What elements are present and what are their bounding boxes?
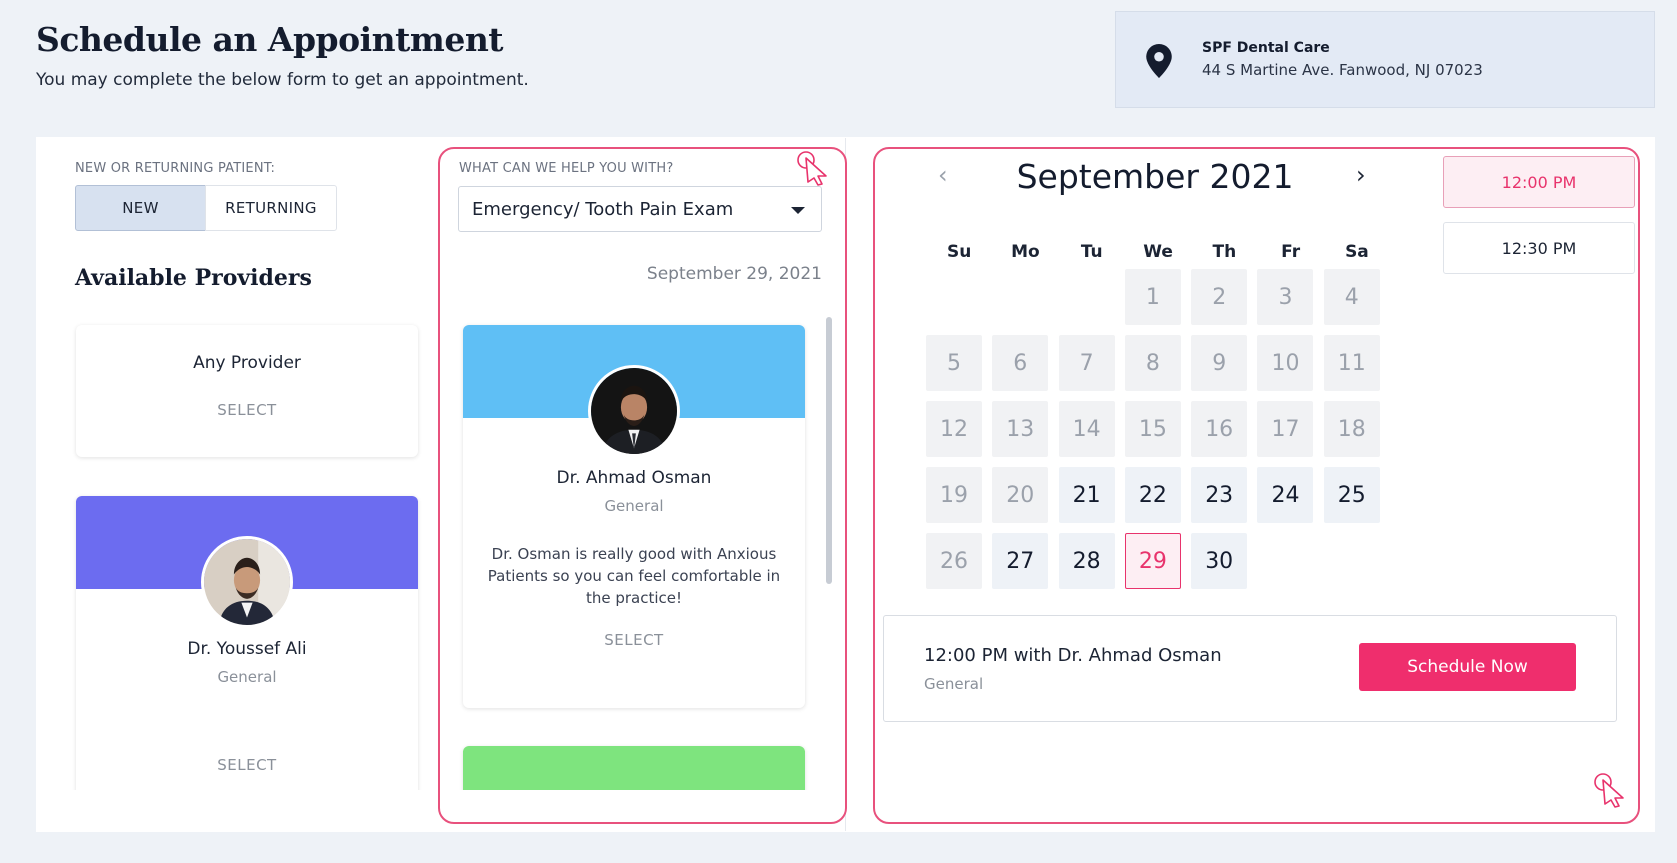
month-title: September 2021 xyxy=(1016,157,1294,196)
schedule-now-button[interactable]: Schedule Now xyxy=(1359,643,1576,691)
provider-role: General xyxy=(604,497,664,515)
calendar-day-1: 1 xyxy=(1124,269,1181,325)
calendar-blank xyxy=(1059,269,1115,325)
calendar-day-19: 19 xyxy=(926,467,982,523)
calendar-day-18: 18 xyxy=(1323,401,1380,457)
location-address: 44 S Martine Ave. Fanwood, NJ 07023 xyxy=(1202,61,1483,79)
provider-description: Dr. Osman is really good with Anxious Pa… xyxy=(487,545,781,607)
calendar-day-9: 9 xyxy=(1191,335,1248,391)
service-select[interactable]: Emergency/ Tooth Pain Exam xyxy=(458,186,822,232)
provider-avatar xyxy=(201,536,293,628)
calendar-day-26: 26 xyxy=(926,533,982,589)
calendar-blank xyxy=(926,269,982,325)
location-name: SPF Dental Care xyxy=(1202,40,1330,56)
calendar-day-6: 6 xyxy=(992,335,1049,391)
service-label: WHAT CAN WE HELP YOU WITH? xyxy=(459,161,674,176)
chevron-left-icon[interactable]: ‹ xyxy=(938,161,948,189)
weekday-label: Mo xyxy=(1011,242,1040,262)
summary-role: General xyxy=(924,675,984,693)
time-slot-1230[interactable]: 12:30 PM xyxy=(1443,222,1635,274)
calendar-day-17: 17 xyxy=(1257,401,1314,457)
weekday-label: Su xyxy=(946,242,972,262)
provider-name: Dr. Ahmad Osman xyxy=(556,468,712,488)
calendar-day-10: 10 xyxy=(1257,335,1314,391)
calendar-day-20: 20 xyxy=(992,467,1049,523)
weekday-header: Su Mo Tu We Th Fr Sa xyxy=(926,242,1390,262)
calendar-day-2: 2 xyxy=(1191,269,1248,325)
calendar-day-23[interactable]: 23 xyxy=(1191,467,1248,523)
calendar-day-24[interactable]: 24 xyxy=(1257,467,1314,523)
summary-line: 12:00 PM with Dr. Ahmad Osman xyxy=(924,645,1222,666)
caret-down-icon xyxy=(791,207,805,214)
map-pin-icon xyxy=(1146,44,1172,78)
service-select-value: Emergency/ Tooth Pain Exam xyxy=(472,198,734,220)
providers-heading: Available Providers xyxy=(75,265,312,291)
location-box: SPF Dental Care 44 S Martine Ave. Fanwoo… xyxy=(1115,11,1655,108)
left-column-fade xyxy=(36,790,444,832)
calendar-day-25[interactable]: 25 xyxy=(1323,467,1380,523)
weekday-label: We xyxy=(1143,242,1173,262)
provider-avatar xyxy=(588,365,680,457)
calendar-day-4: 4 xyxy=(1323,269,1380,325)
calendar-day-14: 14 xyxy=(1058,401,1115,457)
pointer-cursor-icon xyxy=(1594,773,1624,808)
calendar-day-13: 13 xyxy=(992,401,1049,457)
calendar-day-27[interactable]: 27 xyxy=(992,533,1049,589)
calendar-day-8: 8 xyxy=(1124,335,1181,391)
calendar-day-28[interactable]: 28 xyxy=(1058,533,1115,589)
patient-type-label: NEW OR RETURNING PATIENT: xyxy=(75,161,276,176)
calendar-day-11: 11 xyxy=(1323,335,1380,391)
chevron-right-icon[interactable]: › xyxy=(1356,161,1366,189)
any-provider-card[interactable]: Any Provider SELECT xyxy=(76,325,418,457)
select-button[interactable]: SELECT xyxy=(463,631,805,649)
calendar-blank xyxy=(992,269,1048,325)
calendar-day-12: 12 xyxy=(926,401,982,457)
page-title: Schedule an Appointment xyxy=(36,20,504,59)
calendar-day-29[interactable]: 29 xyxy=(1124,533,1181,589)
provider-card-youssef-ali[interactable]: Dr. Youssef Ali General SELECT xyxy=(76,496,418,796)
scrollbar[interactable] xyxy=(826,317,832,584)
calendar-grid: 1 2 3 4 5 6 7 8 9 10 11 12 13 14 15 16 17 18 19 20 21 22 23 24 2… xyxy=(926,269,1380,589)
weekday-label: Th xyxy=(1212,242,1237,262)
select-button[interactable]: SELECT xyxy=(76,401,418,419)
provider-name: Dr. Youssef Ali xyxy=(187,639,307,659)
middle-column-fade xyxy=(450,790,835,820)
appointment-summary: 12:00 PM with Dr. Ahmad Osman General Sc… xyxy=(883,615,1617,722)
calendar-day-15: 15 xyxy=(1124,401,1181,457)
select-button[interactable]: SELECT xyxy=(76,756,418,774)
weekday-label: Sa xyxy=(1345,242,1369,262)
calendar-day-3: 3 xyxy=(1257,269,1314,325)
time-slot-1200[interactable]: 12:00 PM xyxy=(1443,156,1635,208)
calendar-day-21[interactable]: 21 xyxy=(1058,467,1115,523)
page-subtitle: You may complete the below form to get a… xyxy=(36,70,529,90)
calendar-day-5: 5 xyxy=(926,335,982,391)
returning-patient-button[interactable]: RETURNING xyxy=(205,185,337,231)
calendar-day-22[interactable]: 22 xyxy=(1124,467,1181,523)
provider-card-ahmad-osman[interactable]: Dr. Ahmad Osman General Dr. Osman is rea… xyxy=(463,325,805,708)
provider-role: General xyxy=(217,668,277,686)
weekday-label: Fr xyxy=(1281,242,1301,262)
provider-name: Any Provider xyxy=(193,353,301,373)
weekday-label: Tu xyxy=(1080,242,1103,262)
selected-date-heading: September 29, 2021 xyxy=(646,264,822,284)
calendar-day-16: 16 xyxy=(1191,401,1248,457)
calendar-day-7: 7 xyxy=(1058,335,1115,391)
calendar-day-30[interactable]: 30 xyxy=(1191,533,1248,589)
new-patient-button[interactable]: NEW xyxy=(75,185,206,231)
pointer-cursor-icon xyxy=(797,151,827,186)
